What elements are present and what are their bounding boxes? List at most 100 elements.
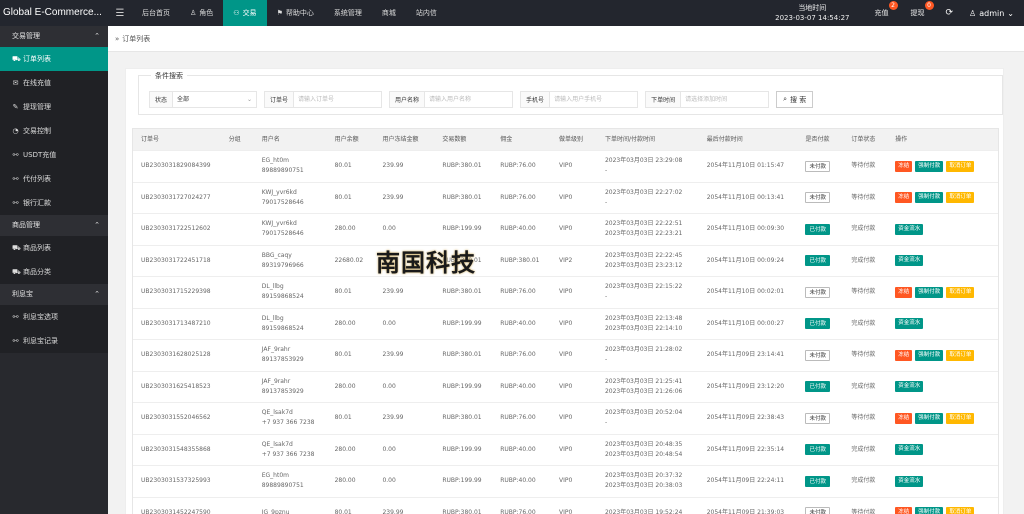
sidebar-item-label: USDT充值 (23, 151, 57, 159)
refresh-icon[interactable]: ⟳ (936, 0, 964, 26)
status-select[interactable]: 全部 ⌄ (173, 91, 258, 108)
order-time-cell: 2023年03月03日 22:13:48 2023年03月03日 22:14:10 (597, 314, 699, 334)
last-pay-time: 2054年11月10日 00:09:30 (706, 225, 785, 233)
top-nav-item-2[interactable]: ⚇ 交易 (223, 0, 267, 26)
sidebar-item[interactable]: ✎ 提现管理 (0, 95, 108, 119)
freeze-button[interactable]: 冻结 (895, 349, 913, 361)
balance-cell: 280.00 (334, 445, 356, 453)
sidebar-group-0[interactable]: 交易管理 ⌃ (0, 26, 108, 47)
payment-status-badge: 已付款 (805, 255, 830, 267)
level-cell: VIP0 (559, 351, 573, 359)
sidebar-item[interactable]: ⚯ USDT充值 (0, 143, 108, 167)
cancel-order-button[interactable]: 取消订单 (946, 507, 975, 514)
menu-toggle-icon[interactable]: ☰ (108, 0, 132, 26)
phone-input[interactable]: 请输入用户手机号 (550, 91, 639, 108)
sidebar-item[interactable]: ⛟ 商品分类 (0, 260, 108, 284)
order-number: UB2303031452247590 (141, 508, 211, 514)
cancel-order-button[interactable]: 取消订单 (946, 412, 975, 424)
filter-row: 状态 全部 ⌄ 订单号 请输入订单号 用户名称 请输入用户名称 手机号 请输入用… (149, 91, 814, 108)
paid-cell: 已付款 (797, 223, 843, 235)
freeze-button[interactable]: 冻结 (895, 192, 913, 204)
top-nav-item-5[interactable]: 商城 (372, 0, 406, 26)
fund-flow-button[interactable]: 资金流水 (895, 255, 924, 267)
time-label: 下单时间 (645, 91, 682, 108)
freeze-button[interactable]: 冻结 (895, 286, 913, 298)
commission-cell: RUBP:40.00 (500, 225, 536, 233)
fund-flow-button[interactable]: 资金流水 (895, 381, 924, 393)
order-number: UB2303031722451718 (141, 256, 211, 264)
sidebar-item[interactable]: ◔ 交易控制 (0, 119, 108, 143)
user-phone: 79017528646 (261, 230, 304, 238)
force-pay-button[interactable]: 强制付款 (915, 192, 944, 204)
fund-flow-button[interactable]: 资金流水 (895, 475, 924, 487)
pay-time: 2023年03月03日 22:23:21 (604, 230, 683, 238)
top-nav-item-0[interactable]: 后台首页 (132, 0, 180, 26)
balance-cell: 80.01 (334, 351, 352, 359)
amount-cell: RUBP:199.99 (442, 477, 482, 485)
level-cell: VIP0 (559, 477, 573, 485)
fund-flow-button[interactable]: 资金流水 (895, 318, 924, 330)
top-nav-item-3[interactable]: ⚑ 帮助中心 (267, 0, 324, 26)
order-state: 完成付款 (851, 477, 876, 485)
top-nav-item-4[interactable]: 系统管理 (324, 0, 372, 26)
frozen-cell: 0.00 (382, 382, 396, 390)
fund-flow-button[interactable]: 资金流水 (895, 444, 924, 456)
level-cell: VIP0 (559, 288, 573, 296)
search-button[interactable]: ⌕ 搜 索 (776, 91, 814, 108)
order-time-cell: 2023年03月03日 22:15:22 - (597, 282, 699, 302)
sidebar-item[interactable]: ⛟ 商品列表 (0, 236, 108, 260)
username-input[interactable]: 请输入用户名称 (425, 91, 514, 108)
sidebar-item[interactable]: ⚯ 利息宝选项 (0, 305, 108, 329)
recharge-label: 充值 (874, 9, 889, 17)
comment-icon: ✉ (12, 79, 19, 87)
force-pay-button[interactable]: 强制付款 (915, 349, 944, 361)
user-cell: DL_llbg 89159868524 (254, 282, 327, 302)
force-pay-button[interactable]: 强制付款 (915, 507, 944, 514)
fund-flow-button[interactable]: 资金流水 (895, 223, 924, 235)
sidebar-group-2[interactable]: 利息宝 ⌃ (0, 284, 108, 305)
commission-cell: RUBP:76.00 (500, 351, 536, 359)
admin-menu[interactable]: ♙ admin ⌄ (963, 0, 1024, 26)
order-time: 2023年03月03日 22:22:45 (604, 251, 683, 259)
order-time: 2023年03月03日 20:48:35 (604, 440, 683, 448)
user-cell: KWJ_yvr6kd 79017528646 (254, 188, 327, 208)
recharge-button[interactable]: 充值 2 (864, 0, 900, 26)
sidebar-group-1[interactable]: 商品管理 ⌃ (0, 215, 108, 236)
time-input[interactable]: 请选择添加时间 (681, 91, 770, 108)
force-pay-button[interactable]: 强制付款 (915, 160, 944, 172)
actions-cell: 资金流水 (887, 475, 998, 487)
watermark-logo: 南国科技 (372, 243, 480, 277)
username: JAF_9rahr (261, 377, 291, 385)
commission-cell: RUBP:76.00 (500, 288, 536, 296)
cancel-order-button[interactable]: 取消订单 (946, 349, 975, 361)
user-phone: 89889890751 (261, 482, 304, 490)
chevron-up-icon: ⌃ (94, 290, 100, 298)
top-nav-item-6[interactable]: 站内信 (406, 0, 447, 26)
table-header: 订单号 分组 用户名 用户余额 用户冻结金额 交易数额 佣金 做单级别 下单时间/付款时间 最后付… (133, 129, 998, 150)
sidebar-item[interactable]: ⚯ 银行汇款 (0, 191, 108, 215)
freeze-button[interactable]: 冻结 (895, 507, 913, 514)
column-header: 操作 (895, 135, 908, 143)
user-cell: EG_ht0m 89889890751 (254, 471, 327, 491)
freeze-button[interactable]: 冻结 (895, 160, 913, 172)
cancel-order-button[interactable]: 取消订单 (946, 160, 975, 172)
last-pay-time: 2054年11月10日 00:09:24 (706, 256, 785, 264)
table-row: UB2303031713487210 DL_llbg 89159868524 280.… (133, 307, 998, 340)
order-time-cell: 2023年03月03日 20:37:32 2023年03月03日 20:38:03 (597, 471, 699, 491)
top-nav-item-1[interactable]: ♙ 角色 (180, 0, 223, 26)
withdraw-button[interactable]: 提现 0 (900, 0, 936, 26)
balance-cell: 280.00 (334, 319, 356, 327)
order-input[interactable]: 请输入订单号 (294, 91, 383, 108)
level-cell: VIP0 (559, 414, 573, 422)
sidebar-item[interactable]: ✉ 在线充值 (0, 71, 108, 95)
force-pay-button[interactable]: 强制付款 (915, 412, 944, 424)
cancel-order-button[interactable]: 取消订单 (946, 286, 975, 298)
sidebar-item[interactable]: ⚯ 利息宝记录 (0, 329, 108, 353)
sidebar-item[interactable]: ⚯ 代付列表 (0, 167, 108, 191)
force-pay-button[interactable]: 强制付款 (915, 286, 944, 298)
user-cell: KWJ_yvr6kd 79017528646 (254, 219, 327, 239)
sidebar-item[interactable]: ⛟ 订单列表 (0, 47, 108, 71)
users-icon: ⚇ (233, 9, 240, 17)
freeze-button[interactable]: 冻结 (895, 412, 913, 424)
cancel-order-button[interactable]: 取消订单 (946, 192, 975, 204)
